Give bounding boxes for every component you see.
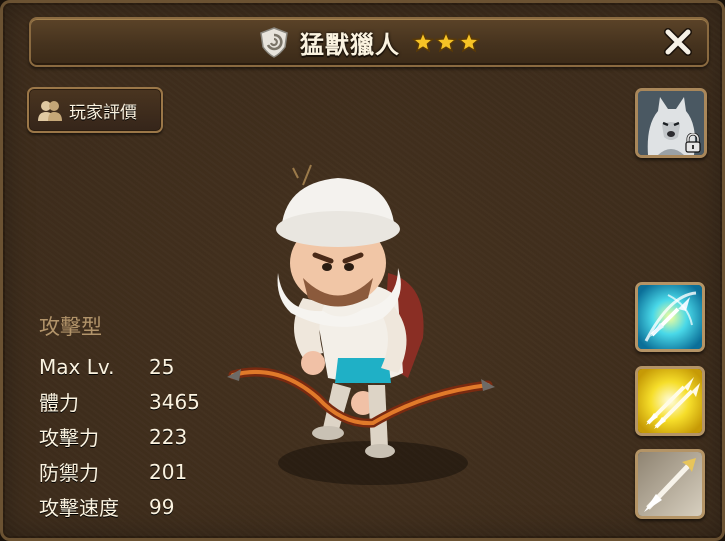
stat-label: 體力 (39, 391, 79, 415)
monster-name: 猛獸獵人 (300, 30, 400, 59)
title-group: 猛獸獵人 (31, 19, 707, 65)
lock-icon (685, 133, 701, 153)
hunter-character-illustration (227, 164, 495, 485)
arrow-shot-skill-icon (638, 452, 702, 516)
monster-type: 攻擊型 (39, 315, 102, 339)
player-review-button[interactable]: 玩家評價 (27, 87, 163, 133)
star-icon (435, 31, 457, 53)
stat-label: Max Lv. (39, 354, 115, 379)
stat-value: 25 (149, 354, 175, 379)
arrow-volley-skill-icon (638, 369, 702, 433)
stat-label: 防禦力 (39, 461, 99, 485)
stat-row-hp: 體力 3465 (39, 384, 200, 419)
star-icon (412, 31, 434, 53)
arrow-burst-skill-icon (638, 285, 702, 349)
monster-info-panel: 猛獸獵人 玩家評價 攻擊型 Max Lv. 25 體力 3465 攻擊力 223… (0, 0, 725, 541)
close-icon[interactable] (663, 27, 693, 57)
skill-button-3[interactable] (635, 449, 705, 519)
users-icon (38, 101, 62, 121)
stat-label: 攻擊速度 (39, 496, 119, 520)
stat-value: 223 (149, 424, 188, 449)
stat-label: 攻擊力 (39, 426, 99, 450)
stat-row-attack-speed: 攻擊速度 99 (39, 489, 200, 524)
star-icon (458, 31, 480, 53)
stat-row-max-level: Max Lv. 25 (39, 349, 200, 384)
stat-value: 99 (149, 494, 175, 519)
player-review-label: 玩家評價 (69, 102, 137, 123)
stat-row-attack: 攻擊力 223 (39, 419, 200, 454)
monster-portrait[interactable] (635, 88, 707, 158)
star-rating (412, 31, 480, 53)
wind-element-icon (260, 27, 288, 58)
skill-button-2[interactable] (635, 366, 705, 436)
stat-row-defense: 防禦力 201 (39, 454, 200, 489)
title-bar: 猛獸獵人 (29, 17, 709, 67)
stat-value: 201 (149, 459, 188, 484)
stat-value: 3465 (149, 389, 200, 414)
stats-list: Max Lv. 25 體力 3465 攻擊力 223 防禦力 201 攻擊速度 … (39, 349, 200, 524)
skill-button-1[interactable] (635, 282, 705, 352)
